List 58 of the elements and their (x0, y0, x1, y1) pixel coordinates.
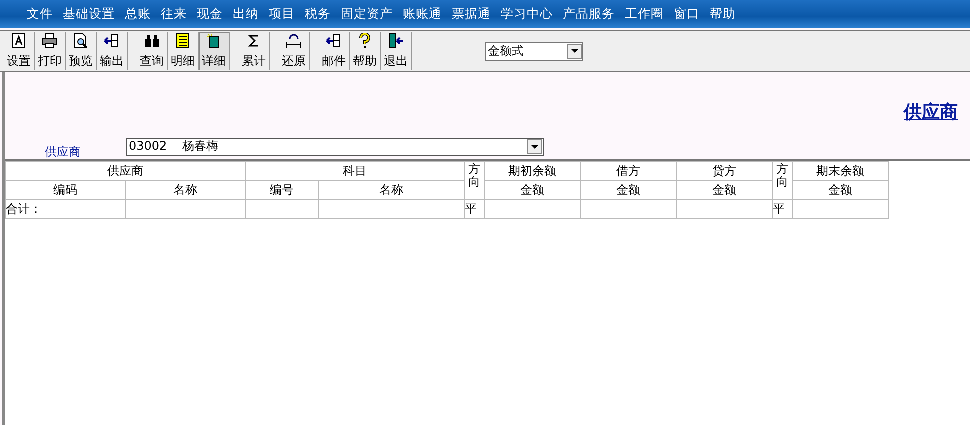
column-group-header: 期初余额 (484, 162, 580, 180)
menu-item[interactable]: 往来 (156, 6, 192, 22)
menu-item[interactable]: 工作圈 (620, 6, 669, 22)
menu-item[interactable]: 总账 (120, 6, 156, 22)
column-header: 金额 (580, 180, 676, 200)
toolbar-button[interactable]: 打印 (35, 32, 66, 70)
supplier-label: 供应商 (44, 144, 82, 161)
exit-icon (388, 33, 404, 49)
column-header: 名称 (126, 180, 246, 200)
report-title: 供应商 (904, 101, 958, 124)
column-group-header: 供应商 (6, 162, 246, 180)
toolbar-button[interactable]: 帮助 (350, 32, 381, 70)
column-group-header: 贷方 (676, 162, 772, 180)
menu-item[interactable]: 文件 (22, 6, 58, 22)
toolbar-button[interactable]: 详细 (199, 32, 230, 70)
menu-item[interactable]: 账账通 (398, 6, 447, 22)
menu-item[interactable]: 票据通 (447, 6, 496, 22)
column-header: 金额 (792, 180, 888, 200)
export-icon (326, 33, 342, 49)
document-icon (11, 33, 27, 49)
printer-icon (42, 33, 58, 49)
menu-item[interactable]: 固定资产 (336, 6, 398, 22)
menu-item[interactable]: 学习中心 (496, 6, 558, 22)
preview-icon (73, 33, 89, 49)
column-group-header: 借方 (580, 162, 676, 180)
menu-item[interactable]: 现金 (192, 6, 228, 22)
supplier-select[interactable]: 03002 杨春梅 (126, 138, 544, 156)
menu-item[interactable]: 税务 (300, 6, 336, 22)
toolbar-button[interactable]: 查询 (137, 32, 168, 70)
restore-icon (286, 33, 302, 49)
menu-item[interactable]: 窗口 (669, 6, 705, 22)
toolbar-button[interactable]: 输出 (97, 32, 128, 70)
toolbar-button[interactable]: 预览 (66, 32, 97, 70)
menu-item[interactable]: 产品服务 (558, 6, 620, 22)
column-header: 方向 (772, 162, 792, 200)
column-header: 编号 (246, 180, 318, 200)
column-header: 编码 (6, 180, 126, 200)
menu-item[interactable]: 基础设置 (58, 6, 120, 22)
list-icon (175, 33, 191, 49)
menu-item[interactable]: 项目 (264, 6, 300, 22)
table-cell: 平 (774, 202, 785, 216)
binoculars-icon (144, 33, 160, 49)
column-header: 金额 (484, 180, 580, 200)
menu-item[interactable]: 出纳 (228, 6, 264, 22)
column-group-header: 科目 (246, 162, 464, 180)
book-icon (206, 33, 222, 49)
toolbar-button[interactable]: 设置 (4, 32, 35, 70)
format-select[interactable]: 金额式 (485, 42, 583, 60)
table-cell: 合计： (6, 202, 42, 216)
question-icon (357, 33, 373, 49)
toolbar-button[interactable]: 累计 (239, 32, 270, 70)
toolbar-button[interactable]: 退出 (381, 32, 412, 70)
menu-item[interactable]: 帮助 (705, 6, 741, 22)
table-cell: 平 (466, 202, 477, 216)
export-icon (104, 33, 120, 49)
column-group-header: 期末余额 (792, 162, 888, 180)
column-header: 方向 (464, 162, 484, 200)
toolbar-button[interactable]: 还原 (279, 32, 310, 70)
